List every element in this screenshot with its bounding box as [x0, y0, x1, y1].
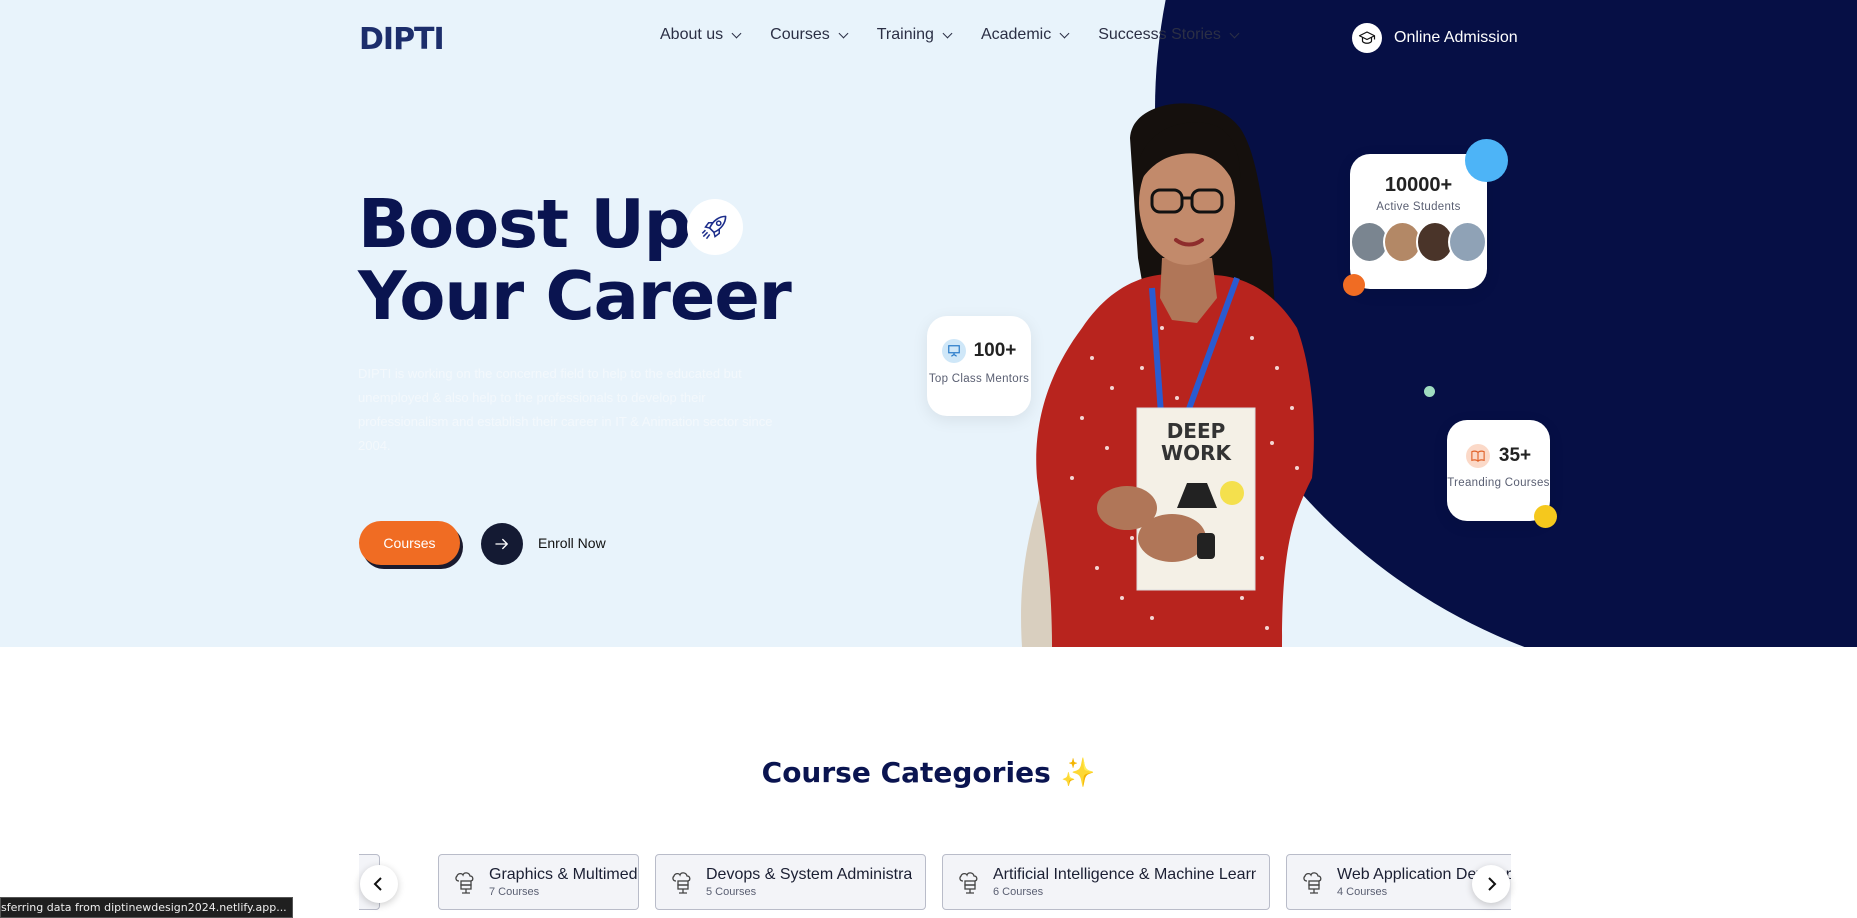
svg-text:DEEP: DEEP [1167, 419, 1226, 443]
server-cloud-icon [1303, 872, 1322, 894]
category-name: Artificial Intelligence & Machine Learni… [993, 866, 1256, 883]
hero-navy-fill [1600, 0, 1857, 647]
active-students-label: Active Students [1376, 201, 1461, 213]
server-cloud-icon [959, 872, 978, 894]
chevron-left-icon [373, 877, 382, 891]
server-cloud-icon [455, 872, 474, 894]
hero-description: DIPTI is working on the concerned field … [358, 366, 773, 453]
category-count: 7 Courses [489, 886, 540, 898]
online-admission-label: Online Admission [1394, 29, 1518, 46]
nav-academic[interactable]: Academic [980, 26, 1070, 44]
nav-label: Successs Stories [1098, 26, 1221, 43]
category-card[interactable]: Artificial Intelligence & Machine Learni… [942, 854, 1270, 910]
nav-courses[interactable]: Courses [770, 26, 849, 44]
nav-success-stories[interactable]: Successs Stories [1098, 26, 1240, 44]
category-name: Graphics & Multimedia [489, 866, 637, 883]
category-count: 5 Courses [706, 886, 757, 898]
carousel-next-button[interactable] [1472, 865, 1510, 903]
chevron-down-icon [731, 28, 742, 38]
avatar [1448, 221, 1487, 263]
student-avatars [1350, 221, 1487, 263]
hero-title-line-2: Your Career [358, 257, 792, 335]
presentation-icon [941, 339, 966, 363]
course-categories-heading: Course Categories [761, 756, 1051, 789]
courses-stat-count: 35+ [1498, 445, 1532, 466]
decor-dot-green [1424, 386, 1435, 397]
courses-button[interactable]: Courses [359, 521, 460, 565]
chevron-down-icon [1059, 28, 1070, 38]
category-name: Devops & System Administration [706, 866, 912, 883]
category-card[interactable]: Graphics & Multimedia 7 Courses [438, 854, 639, 910]
decor-dot-yellow [1534, 505, 1557, 528]
decor-dot-orange [1343, 274, 1365, 296]
arrow-right-icon [495, 538, 508, 550]
graduation-cap-icon [1352, 23, 1382, 53]
mentors-count: 100+ [973, 340, 1017, 361]
site-logo[interactable]: DIPTI [359, 22, 445, 57]
enroll-arrow-button[interactable] [481, 523, 523, 565]
server-cloud-icon [672, 872, 691, 894]
book-icon [1465, 444, 1490, 468]
chevron-down-icon [838, 28, 849, 38]
nav-about-us[interactable]: About us [660, 26, 742, 44]
courses-stat-card: 35+ Treanding Courses [1447, 420, 1550, 521]
svg-text:WORK: WORK [1161, 441, 1232, 465]
mentors-label: Top Class Mentors [928, 373, 1030, 385]
category-count: 6 Courses [993, 886, 1044, 898]
browser-status-bar: sferring data from diptinewdesign2024.ne… [0, 897, 293, 918]
hero-section [0, 0, 1857, 647]
category-card[interactable]: Devops & System Administration 5 Courses [655, 854, 926, 910]
nav-label: Courses [770, 26, 830, 43]
rocket-icon [687, 199, 743, 255]
sparkles-icon: ✨ [1060, 756, 1096, 789]
category-carousel: Graphics & Multimedia 7 Courses Devops &… [359, 854, 1511, 916]
nav-label: About us [660, 26, 724, 43]
main-nav: About us Courses Training Academic Succe… [660, 26, 1268, 44]
chevron-right-icon [1488, 877, 1497, 891]
carousel-prev-button[interactable] [360, 865, 398, 903]
course-categories-title: Course Categories ✨ [0, 756, 1857, 789]
student-photo: DEEP WORK [1021, 103, 1314, 647]
enroll-now-link[interactable]: Enroll Now [538, 535, 606, 551]
active-students-count: 10000+ [1384, 174, 1453, 196]
active-students-card: 10000+ Active Students [1350, 154, 1487, 289]
courses-stat-label: Treanding Courses [1447, 477, 1550, 489]
nav-training[interactable]: Training [876, 26, 953, 44]
chevron-down-icon [1229, 28, 1240, 38]
chevron-down-icon [942, 28, 953, 38]
nav-label: Academic [980, 26, 1052, 43]
mentors-card: 100+ Top Class Mentors [927, 316, 1031, 416]
online-admission-link[interactable]: Online Admission [1352, 23, 1518, 53]
decor-dot-blue [1465, 139, 1508, 182]
nav-label: Training [876, 26, 934, 43]
